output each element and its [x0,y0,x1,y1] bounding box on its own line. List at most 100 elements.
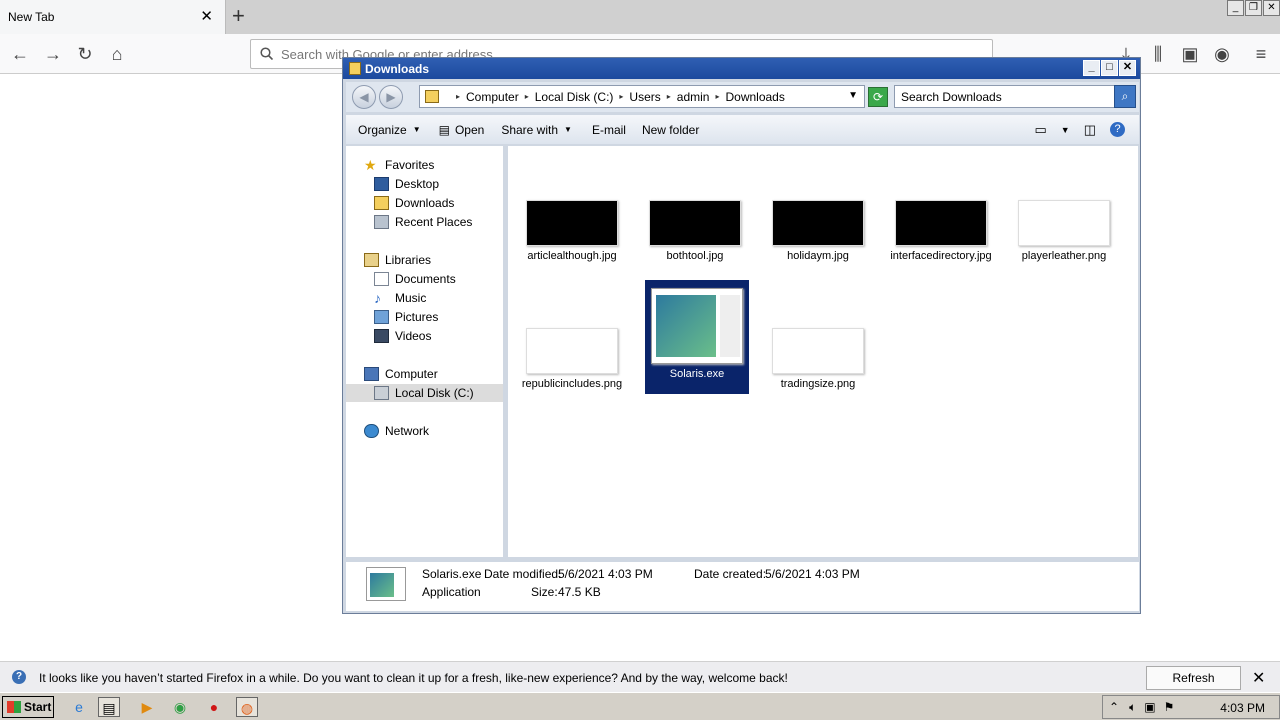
volume-icon[interactable]: 🔈︎ [1129,700,1136,715]
preview-pane-icon[interactable]: ◫ [1084,122,1096,138]
chevron-right-icon[interactable]: ▸ [456,92,460,101]
search-box[interactable]: Search Downloads ⌕ [894,85,1136,108]
account-icon[interactable]: ◉ [1210,42,1234,66]
chevron-down-icon[interactable]: ▼ [1061,125,1070,135]
nav-desktop[interactable]: Desktop [346,175,503,193]
file-name: bothtool.jpg [666,250,724,262]
file-name: interfacedirectory.jpg [890,250,992,262]
maximize-button[interactable]: □ [1101,60,1118,76]
tab-new-tab[interactable]: New Tab ✕ [0,0,226,34]
nav-downloads[interactable]: Downloads [346,194,503,212]
chevron-up-icon[interactable]: ⌃ [1109,700,1119,714]
chevron-right-icon[interactable]: ▸ [715,92,719,101]
close-window-button[interactable]: ✕ [1119,60,1136,76]
open-label: Open [454,122,485,137]
back-button[interactable]: ◀ [352,85,376,109]
file-thumbnail [895,200,987,246]
nav-label: Documents [395,272,456,286]
file-item-selected[interactable]: Solaris.exe [645,280,749,394]
videos-icon [374,329,389,343]
chevron-right-icon[interactable]: ▸ [525,92,529,101]
file-item[interactable]: republicincludes.png [520,328,624,391]
nav-local-disk[interactable]: Local Disk (C:) [346,384,503,402]
close-window-button[interactable]: ✕ [1263,0,1280,16]
file-item[interactable]: interfacedirectory.jpg [889,200,993,263]
recent-places-icon [374,215,389,229]
new-folder-button[interactable]: New folder [642,123,699,137]
details-modified-value: 5/6/2021 4:03 PM [558,567,653,581]
chevron-down-icon: ▼ [412,125,421,134]
breadcrumb-users[interactable]: Users [629,90,660,104]
chevron-right-icon[interactable]: ▸ [619,92,623,101]
sidebar-icon[interactable]: ▣ [1178,42,1202,66]
firefox-taskbar-icon[interactable]: ◍ [236,697,258,717]
clock[interactable]: 4:03 PM [1220,701,1265,715]
minimize-button[interactable]: _ [1083,60,1100,76]
documents-icon [374,272,389,286]
downloads-folder-icon [374,196,389,210]
details-modified-label: Date modified: [484,567,562,581]
email-button[interactable]: E-mail [592,123,626,137]
network-tray-icon[interactable]: ▣ [1144,700,1155,714]
nav-music[interactable]: ♪ Music [346,289,503,307]
search-icon[interactable]: ⌕ [1114,85,1136,108]
open-button[interactable]: ▤ Open [439,123,485,137]
file-item[interactable]: articlealthough.jpg [520,200,624,263]
refresh-firefox-button[interactable]: Refresh Firefox… [1146,666,1241,707]
menu-icon[interactable]: ≡ [1249,42,1273,66]
tab-close-icon[interactable]: ✕ [200,9,213,24]
computer-icon [364,367,379,381]
nav-network[interactable]: Network [346,422,503,440]
nav-favorites[interactable]: ★ Favorites [346,156,503,174]
file-thumbnail [526,200,618,246]
nav-libraries[interactable]: Libraries [346,251,503,269]
minimize-button[interactable]: _ [1227,0,1244,16]
library-icon[interactable]: ⫼ [1146,42,1170,66]
nav-videos[interactable]: Videos [346,327,503,345]
explorer-taskbar-icon[interactable]: ▤ [98,697,120,717]
opera-icon[interactable]: ● [203,697,225,717]
media-player-icon[interactable]: ▶ [136,697,158,717]
change-view-icon[interactable]: ▭ [1034,122,1046,138]
internet-explorer-icon[interactable]: e [68,697,90,717]
restore-button[interactable]: ❐ [1245,0,1262,16]
file-item[interactable]: tradingsize.png [766,328,870,391]
back-arrow-icon[interactable]: ← [8,42,32,66]
chevron-down-icon[interactable]: ▼ [848,90,858,101]
details-created-value: 5/6/2021 4:03 PM [765,567,860,581]
share-with-button[interactable]: Share with ▼ [501,123,572,137]
refresh-button[interactable]: ⟳ [868,87,888,107]
app-thumbnail-icon [366,567,406,601]
breadcrumb-admin[interactable]: admin [677,90,710,104]
new-folder-label: New folder [641,122,700,137]
forward-button[interactable]: ▶ [379,85,403,109]
flag-icon[interactable]: ⚑ [1164,700,1175,714]
start-button[interactable]: Start [2,696,54,718]
chevron-right-icon[interactable]: ▸ [667,92,671,101]
new-tab-button[interactable]: + [232,5,245,27]
breadcrumb-local-disk[interactable]: Local Disk (C:) [535,90,614,104]
reload-icon[interactable]: ↻ [73,42,97,66]
nav-documents[interactable]: Documents [346,270,503,288]
nav-label: Favorites [385,158,435,172]
nav-label: Computer [385,367,438,381]
nav-recent-places[interactable]: Recent Places [346,213,503,231]
help-icon[interactable]: ? [1110,122,1125,137]
nav-computer[interactable]: Computer [346,365,503,383]
file-item[interactable]: holidaym.jpg [766,200,870,263]
breadcrumb-computer[interactable]: Computer [466,90,519,104]
organize-button[interactable]: Organize ▼ [358,123,421,137]
firefox-window-controls: _ ❐ ✕ [1226,0,1280,17]
file-item[interactable]: bothtool.jpg [643,200,747,263]
file-item[interactable]: playerleather.png [1012,200,1116,263]
breadcrumb-downloads[interactable]: Downloads [725,90,784,104]
file-thumbnail [772,328,864,374]
nav-pictures[interactable]: Pictures [346,308,503,326]
forward-arrow-icon[interactable]: → [41,42,65,66]
explorer-title-bar[interactable]: Downloads _ □ ✕ [343,58,1140,79]
file-name: Solaris.exe [669,368,725,380]
close-icon[interactable]: ✕ [1252,668,1265,688]
chrome-icon[interactable]: ◉ [169,697,191,717]
breadcrumb[interactable]: ▸ Computer ▸ Local Disk (C:) ▸ Users ▸ a… [419,85,865,108]
home-icon[interactable]: ⌂ [105,42,129,66]
